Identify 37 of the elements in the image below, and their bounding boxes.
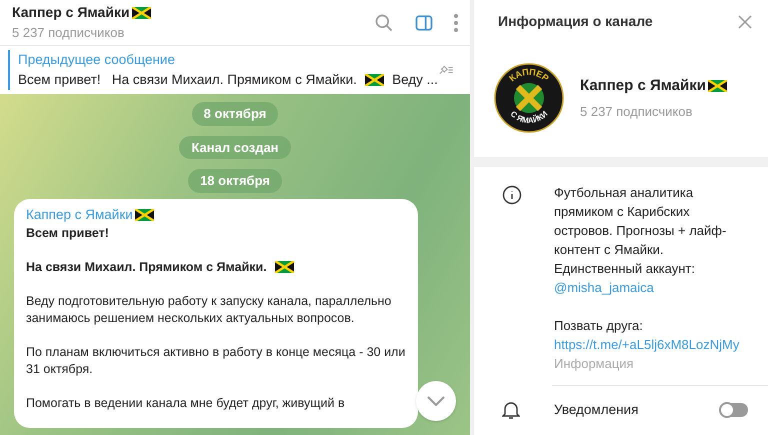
bell-icon: [502, 400, 520, 420]
close-icon[interactable]: [738, 14, 752, 29]
search-icon[interactable]: [374, 12, 394, 32]
subscriber-count: 5 237 подписчиков: [12, 24, 126, 42]
chevron-down-icon: [427, 396, 445, 406]
side-panel-icon[interactable]: [414, 12, 434, 32]
pinned-text: Всем привет! На связи Михаил. Прямиком с Ямайки.: [18, 71, 357, 89]
pinned-text: Веду ...: [392, 71, 438, 89]
notifications-label: Уведомления: [554, 401, 640, 420]
channel-title: Каппер с Ямайки: [12, 3, 130, 22]
service-message: Канал создан: [179, 136, 291, 159]
more-icon[interactable]: [454, 14, 458, 32]
subscriber-count: 5 237 подписчиков: [580, 102, 694, 121]
notifications-toggle[interactable]: [720, 403, 748, 418]
service-message: 8 октября: [192, 102, 278, 126]
message-paragraph: Веду подготовительную работу к запуску канала, параллельно занимаюсь решением нескольких актуальных вопросов.: [26, 292, 392, 327]
info-icon: [502, 184, 522, 205]
description-line: Футбольная аналитика: [554, 184, 694, 202]
notifications-row[interactable]: Уведомления: [474, 386, 768, 435]
message-paragraph: Помогать в ведении канала мне будет друг, живущий в: [26, 394, 345, 412]
message-paragraph: На связи Михаил. Прямиком с Ямайки.: [26, 258, 267, 276]
description-line: прямиком с Карибских: [554, 202, 691, 221]
description-line: контент с Ямайки.: [554, 240, 665, 259]
message-paragraph: По планам включиться активно в работу в конце месяца - 30 или 31 октября.: [26, 344, 406, 378]
pinned-label: Предыдущее сообщение: [18, 50, 176, 69]
channel-avatar: КАППЕР С ЯМАЙКИ: [494, 63, 564, 134]
info-caption: Информация: [554, 354, 635, 373]
panel-title: Информация о канале: [498, 12, 654, 32]
message-author: Каппер с Ямайки: [26, 206, 133, 224]
scroll-down-button[interactable]: [416, 381, 456, 421]
invite-label: Позвать друга:: [554, 316, 644, 335]
description-line: Единственный аккаунт:: [554, 260, 696, 278]
description-line: островов. Прогнозы + лайф-: [554, 222, 728, 240]
channel-name: Каппер с Ямайки: [580, 76, 706, 96]
jamaica-flag-icon: [364, 74, 384, 86]
message-paragraph: Всем привет!: [26, 224, 109, 242]
service-message: 18 октября: [188, 169, 282, 192]
